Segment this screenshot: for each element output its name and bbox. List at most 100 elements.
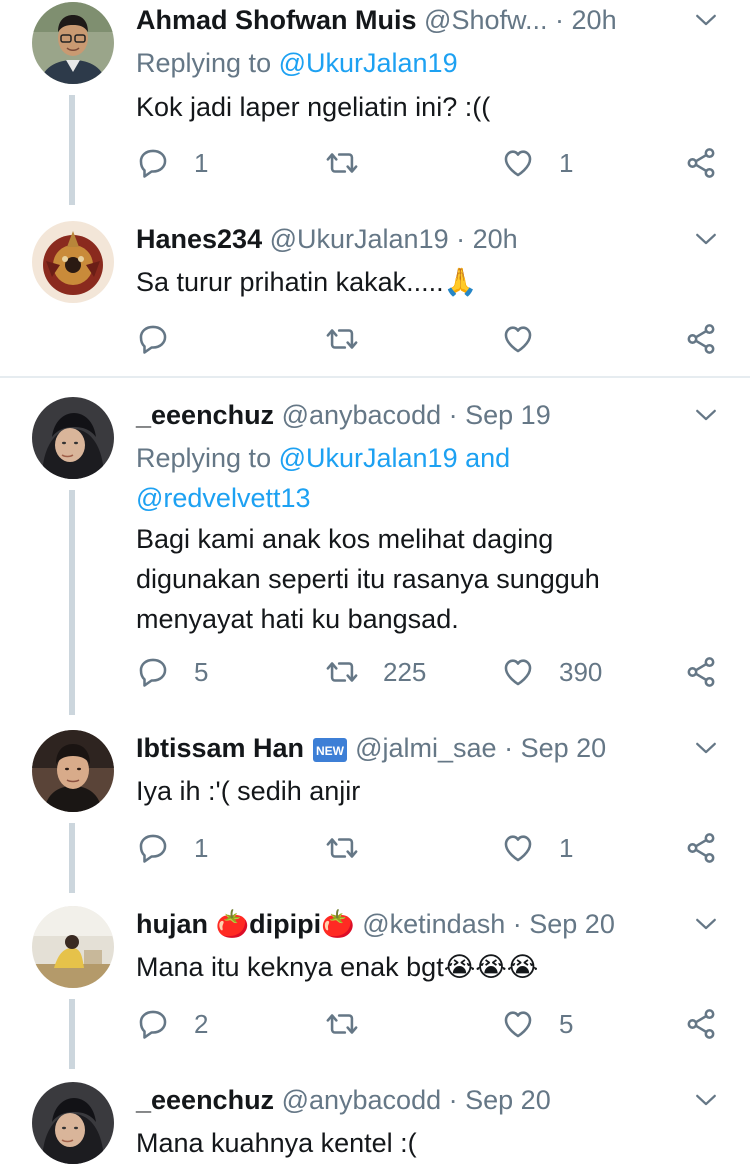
timestamp[interactable]: 20h <box>473 224 518 254</box>
reply-icon <box>136 322 170 356</box>
share-button[interactable] <box>684 319 718 359</box>
timestamp[interactable]: Sep 19 <box>465 400 551 430</box>
reply-count: 2 <box>194 1008 209 1039</box>
tweet-actions: 5 225 390 <box>0 652 750 692</box>
svg-text:NEW: NEW <box>316 744 345 758</box>
like-button[interactable]: 390 <box>501 652 602 692</box>
tweet-header: Ahmad Shofwan Muis @Shofw... · 20h <box>136 0 617 40</box>
retweet-icon <box>325 146 359 180</box>
retweet-icon <box>325 655 359 689</box>
user-handle[interactable]: @ketindash <box>362 909 505 939</box>
user-handle[interactable]: @anybacodd <box>282 1085 442 1115</box>
tweet[interactable]: _eeenchuz @anybacodd · Sep 19 Replying t… <box>0 395 750 715</box>
separator-dot: · <box>448 1085 458 1115</box>
reply-button[interactable]: 5 <box>136 652 208 692</box>
display-name[interactable]: Ibtissam Han <box>136 733 304 763</box>
reply-button[interactable]: 1 <box>136 828 208 868</box>
tweet[interactable]: Ibtissam Han NEW @jalmi_sae · Sep 20 Iya… <box>0 728 750 893</box>
timestamp[interactable]: Sep 20 <box>529 909 615 939</box>
avatar[interactable] <box>32 221 114 303</box>
like-count: 5 <box>559 1008 574 1039</box>
user-handle[interactable]: @jalmi_sae <box>355 733 496 763</box>
retweet-button[interactable]: 225 <box>325 652 426 692</box>
timestamp[interactable]: 20h <box>572 5 617 35</box>
avatar[interactable] <box>32 906 114 988</box>
new-badge: NEW <box>312 736 348 764</box>
chevron-down-icon[interactable] <box>692 6 720 34</box>
mention-link[interactable]: @redvelvett13 <box>136 478 510 518</box>
separator-dot: · <box>555 5 565 35</box>
display-name[interactable]: _eeenchuz <box>136 1085 274 1115</box>
tweet-header: Ibtissam Han NEW @jalmi_sae · Sep 20 <box>136 728 606 768</box>
user-handle[interactable]: @Shofw... <box>424 5 547 35</box>
user-handle[interactable]: @UkurJalan19 <box>270 224 449 254</box>
tweet-header: hujan 🍅dipipi🍅 @ketindash · Sep 20 <box>136 904 615 944</box>
tweet[interactable]: _eeenchuz @anybacodd · Sep 20 Mana kuahn… <box>0 1080 750 1165</box>
share-icon <box>684 831 718 865</box>
reply-button[interactable]: 2 <box>136 1004 208 1044</box>
like-icon <box>501 831 535 865</box>
separator-dot: · <box>504 733 514 763</box>
retweet-icon <box>325 1007 359 1041</box>
share-button[interactable] <box>684 828 718 868</box>
like-button[interactable] <box>501 319 535 359</box>
separator-dot: · <box>448 400 458 430</box>
reply-count: 5 <box>194 656 209 687</box>
retweet-button[interactable] <box>325 143 359 183</box>
reply-button[interactable] <box>136 319 170 359</box>
like-icon <box>501 146 535 180</box>
share-button[interactable] <box>684 143 718 183</box>
mention-link[interactable]: @UkurJalan19 and <box>279 443 511 473</box>
divider <box>0 376 750 378</box>
tweet[interactable]: hujan 🍅dipipi🍅 @ketindash · Sep 20 Mana … <box>0 904 750 1069</box>
replying-to: Replying to @UkurJalan19 <box>136 48 458 78</box>
share-button[interactable] <box>684 1004 718 1044</box>
chevron-down-icon[interactable] <box>692 401 720 429</box>
like-icon <box>501 322 535 356</box>
display-name[interactable]: hujan 🍅dipipi🍅 <box>136 909 355 939</box>
like-count: 390 <box>559 656 603 687</box>
like-icon <box>501 655 535 689</box>
mention-link[interactable]: @UkurJalan19 <box>279 48 458 78</box>
chevron-down-icon[interactable] <box>692 225 720 253</box>
tweet-text: Sa turur prihatin kakak.....🙏 <box>136 267 478 297</box>
share-button[interactable] <box>684 652 718 692</box>
user-handle[interactable]: @anybacodd <box>282 400 442 430</box>
tweet[interactable]: Ahmad Shofwan Muis @Shofw... · 20h Reply… <box>0 0 750 205</box>
display-name[interactable]: Hanes234 <box>136 224 262 254</box>
avatar[interactable] <box>32 397 114 479</box>
display-name[interactable]: Ahmad Shofwan Muis <box>136 5 417 35</box>
timestamp[interactable]: Sep 20 <box>521 733 607 763</box>
chevron-down-icon[interactable] <box>692 734 720 762</box>
reply-count: 1 <box>194 147 209 178</box>
reply-count: 1 <box>194 832 209 863</box>
separator-dot: · <box>456 224 466 254</box>
avatar[interactable] <box>32 2 114 84</box>
avatar[interactable] <box>32 730 114 812</box>
tweet-header: _eeenchuz @anybacodd · Sep 20 <box>136 1080 551 1120</box>
reply-icon <box>136 1007 170 1041</box>
tweet[interactable]: Hanes234 @UkurJalan19 · 20h Sa turur pri… <box>0 219 750 374</box>
reply-button[interactable]: 1 <box>136 143 208 183</box>
like-count: 1 <box>559 147 574 178</box>
retweet-icon <box>325 322 359 356</box>
retweet-button[interactable] <box>325 1004 359 1044</box>
retweet-button[interactable] <box>325 319 359 359</box>
share-icon <box>684 322 718 356</box>
like-icon <box>501 1007 535 1041</box>
chevron-down-icon[interactable] <box>692 1086 720 1114</box>
display-name[interactable]: _eeenchuz <box>136 400 274 430</box>
like-button[interactable]: 5 <box>501 1004 573 1044</box>
share-icon <box>684 146 718 180</box>
tweet-actions <box>0 319 750 359</box>
like-button[interactable]: 1 <box>501 143 573 183</box>
tweet-text: Bagi kami anak kos melihat daging diguna… <box>136 524 600 634</box>
avatar[interactable] <box>32 1082 114 1164</box>
retweet-button[interactable] <box>325 828 359 868</box>
chevron-down-icon[interactable] <box>692 910 720 938</box>
timestamp[interactable]: Sep 20 <box>465 1085 551 1115</box>
like-button[interactable]: 1 <box>501 828 573 868</box>
retweet-icon <box>325 831 359 865</box>
tweet-actions: 1 1 <box>0 828 750 868</box>
replying-to: Replying to @UkurJalan19 and @redvelvett… <box>136 438 510 518</box>
